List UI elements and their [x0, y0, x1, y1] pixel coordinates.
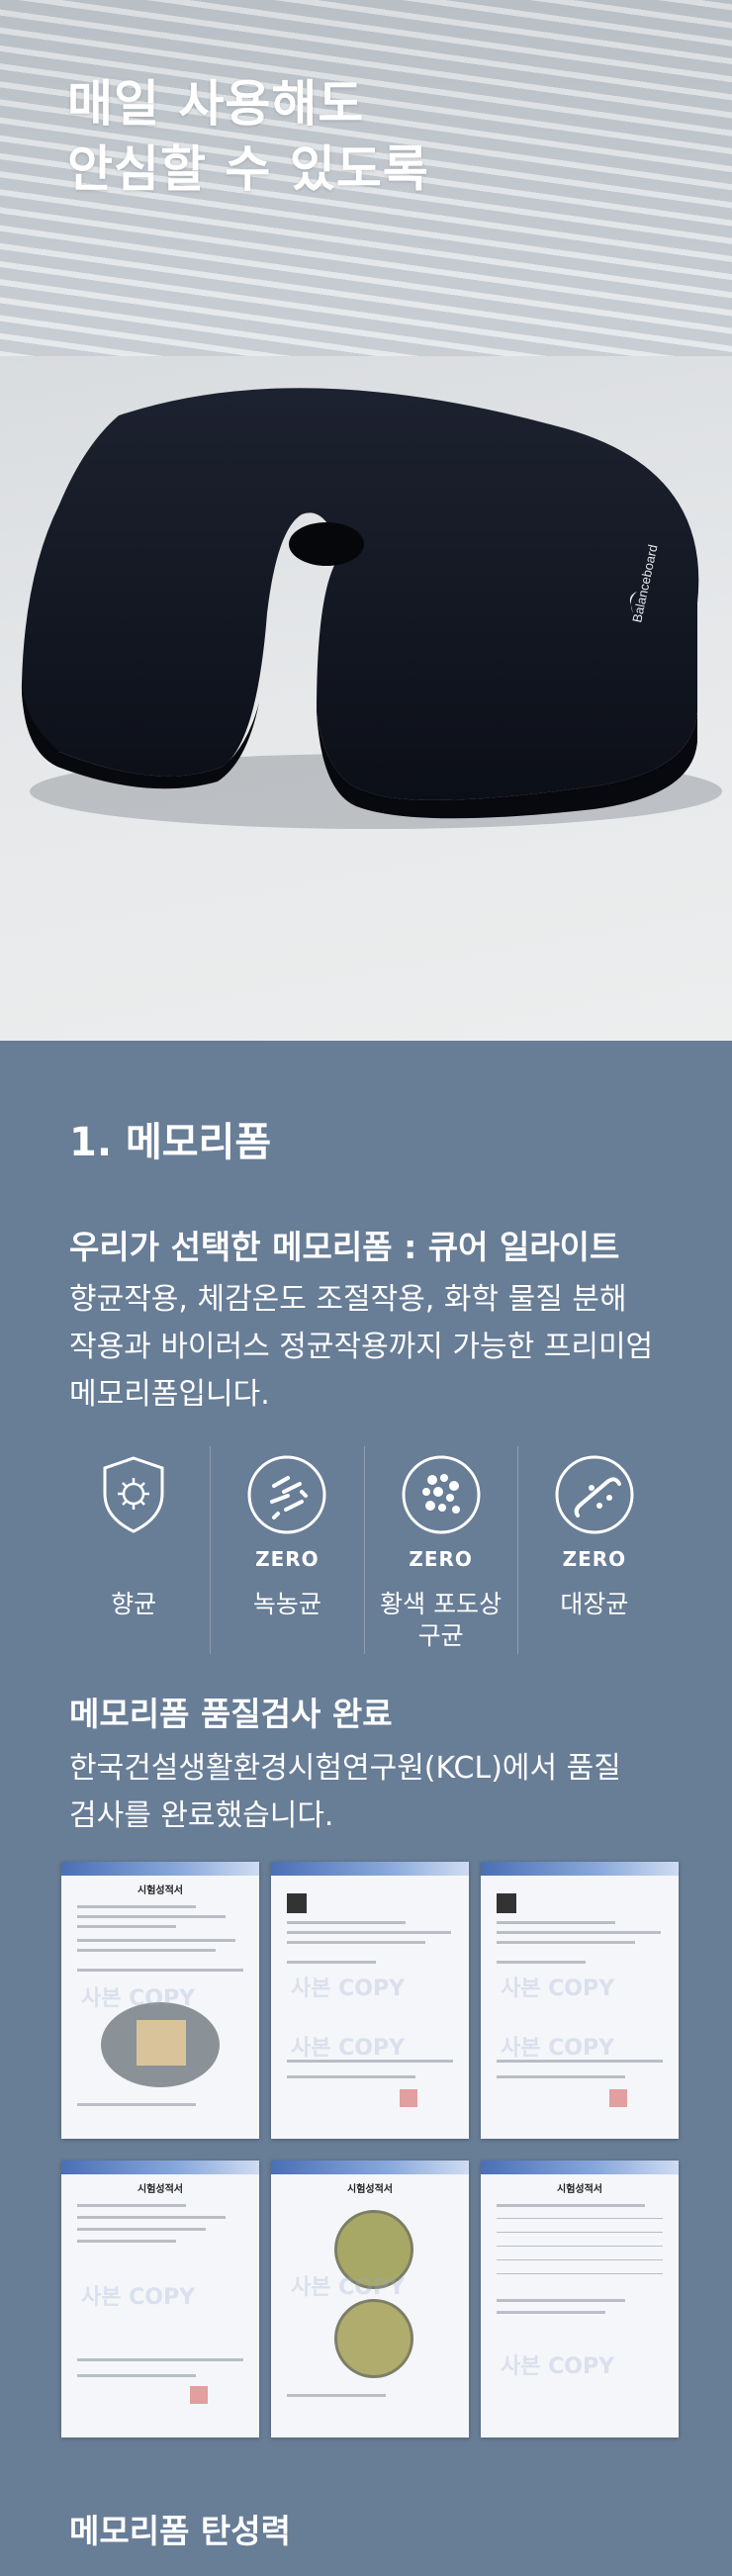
- description-line: 작용과 바이러스 정균작용까지 가능한 프리미엄: [69, 1330, 654, 1364]
- feature-antibacterial: 향균: [57, 1446, 210, 1654]
- feature-label-line: 황색 포도상: [380, 1590, 503, 1618]
- quality-description: 한국건설생활환경시험연구원(KCL)에서 품질 검사를 완료했습니다.: [69, 1745, 621, 1840]
- feature-pseudomonas: ZERO 녹농균: [210, 1446, 363, 1654]
- feature-label-line: 대장균: [560, 1590, 629, 1618]
- feature-list: 향균 ZERO 녹농균 ZERO 황색 포도상 구균 ZERO 대장균: [57, 1446, 671, 1654]
- feature-label-line: 녹농균: [252, 1590, 321, 1618]
- zero-badge: ZERO: [255, 1547, 320, 1571]
- watermark: 사본 COPY: [291, 2036, 406, 2061]
- feature-label: 황색 포도상 구균: [365, 1589, 517, 1652]
- certificate-document: 시험성적서 사본 COPY: [481, 2161, 679, 2438]
- elasticity-title: 메모리폼 탄성력: [69, 2512, 292, 2550]
- feature-ecoli: ZERO 대장균: [516, 1446, 671, 1654]
- certificate-title: 시험성적서: [557, 2184, 602, 2195]
- feature-label-line: 구균: [417, 1621, 464, 1650]
- hero-title: 매일 사용해도 안심할 수 있도록: [67, 71, 429, 202]
- certificate-title: 시험성적서: [137, 2184, 183, 2195]
- seat-cushion-image: Balanceboard: [21, 388, 722, 829]
- certificate-document: 시험성적서 사본 COPY: [61, 2161, 259, 2438]
- hero-title-line: 매일 사용해도: [67, 75, 365, 133]
- quality-line: 한국건설생활환경시험연구원(KCL)에서 품질: [69, 1751, 621, 1786]
- watermark: 사본 COPY: [501, 1977, 615, 2001]
- foam-subtitle: 우리가 선택한 메모리폼 : 큐어 일라이트: [69, 1228, 620, 1266]
- watermark: 사본 COPY: [501, 2036, 615, 2061]
- hero-title-line: 안심할 수 있도록: [67, 140, 429, 198]
- watermark: 사본 COPY: [81, 2285, 196, 2310]
- certificate-title: 시험성적서: [347, 2184, 393, 2195]
- feature-label: 녹농균: [211, 1589, 363, 1620]
- certificate-document: 시험성적서 사본 COPY: [61, 1862, 259, 2139]
- watermark: 사본 COPY: [291, 2275, 406, 2300]
- description-line: 메모리폼입니다.: [69, 1377, 270, 1412]
- quality-line: 검사를 완료했습니다.: [69, 1798, 334, 1833]
- zero-badge: ZERO: [562, 1547, 627, 1571]
- description-line: 향균작용, 체감온도 조절작용, 화학 물질 분해: [69, 1282, 627, 1317]
- section-title: 1. 메모리폼: [69, 1120, 272, 1165]
- memory-foam-section: 1. 메모리폼 우리가 선택한 메모리폼 : 큐어 일라이트 향균작용, 체감온…: [0, 1041, 732, 2576]
- certificate-document: 사본 COPY 사본 COPY: [481, 1862, 679, 2139]
- certificate-title: 시험성적서: [137, 1886, 183, 1896]
- feature-label: 대장균: [518, 1589, 671, 1620]
- zero-badge: ZERO: [409, 1547, 473, 1571]
- certificate-document: 사본 COPY 사본 COPY: [271, 1862, 469, 2139]
- feature-label-line: 향균: [111, 1590, 157, 1618]
- certificate-document: 시험성적서 사본 COPY: [271, 2161, 469, 2438]
- feature-staphylococcus: ZERO 황색 포도상 구균: [363, 1446, 517, 1654]
- watermark: 사본 COPY: [81, 1986, 196, 2011]
- quality-title: 메모리폼 품질검사 완료: [69, 1695, 393, 1733]
- watermark: 사본 COPY: [291, 1977, 406, 2001]
- foam-description: 향균작용, 체감온도 조절작용, 화학 물질 분해 작용과 바이러스 정균작용까…: [69, 1276, 653, 1419]
- feature-label: 향균: [57, 1589, 210, 1620]
- hero-banner: Balanceboard 매일 사용해도 안심할 수 있도록: [0, 0, 732, 1041]
- watermark: 사본 COPY: [501, 2354, 615, 2379]
- ecoli-icon: [555, 1455, 634, 1534]
- bacteria-icon: [247, 1455, 326, 1534]
- staph-cluster-icon: [402, 1455, 481, 1534]
- shield-virus-icon: [103, 1456, 164, 1533]
- zero-badge: [57, 1547, 210, 1571]
